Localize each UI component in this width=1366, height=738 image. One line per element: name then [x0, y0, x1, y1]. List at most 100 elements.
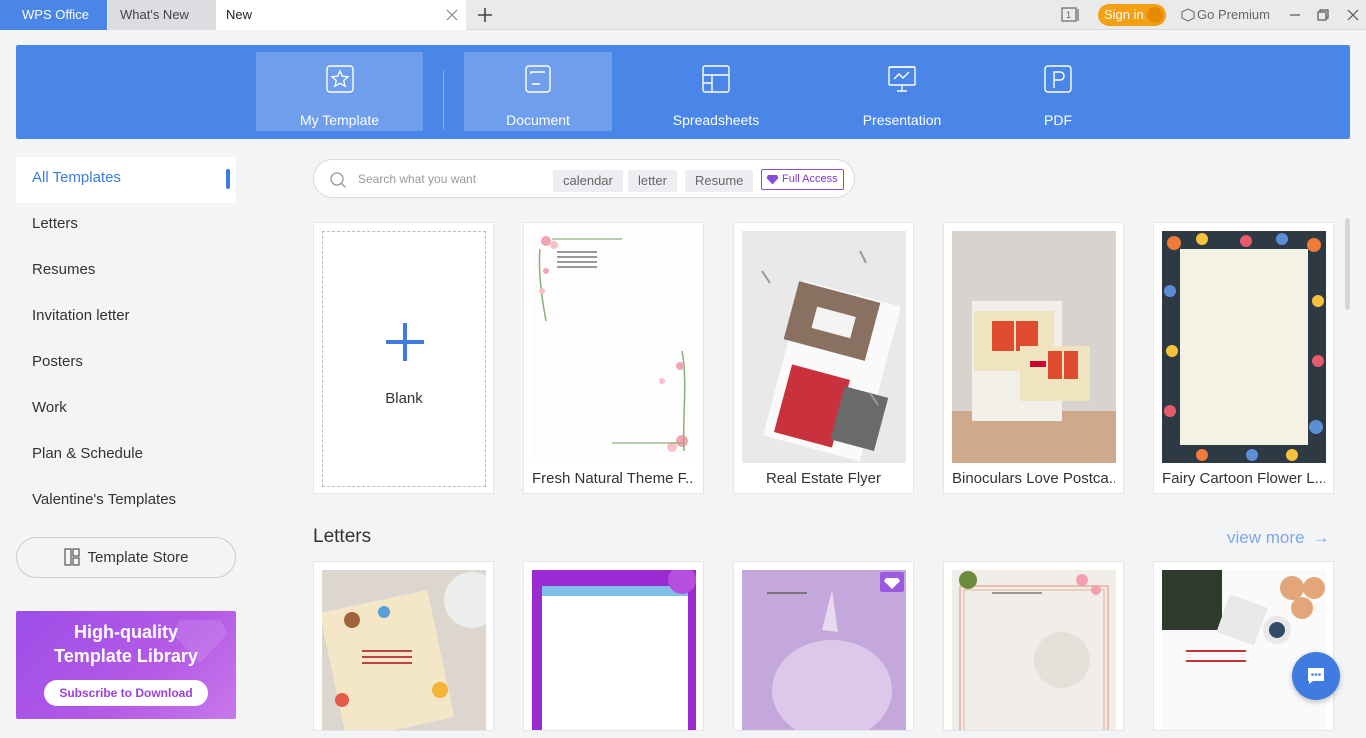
search-input[interactable]: Search what you want — [358, 172, 476, 186]
tab-label: WPS Office — [22, 7, 89, 22]
template-store-button[interactable]: Template Store — [16, 537, 236, 578]
sidebar-item-label: Valentine's Templates — [32, 491, 177, 508]
category-label: Spreadsheets — [672, 112, 760, 128]
promo-banner[interactable]: High-quality Template Library Subscribe … — [16, 611, 236, 719]
template-card[interactable]: Fresh Natural Theme F... — [523, 222, 704, 494]
category-spreadsheets[interactable]: Spreadsheets — [642, 52, 790, 131]
divider — [443, 71, 444, 129]
sidebar-item-resumes[interactable]: Resumes — [16, 249, 236, 295]
pdf-icon — [1044, 65, 1072, 93]
template-label: Fresh Natural Theme F... — [532, 470, 695, 487]
close-tab-icon[interactable] — [446, 9, 458, 21]
category-my-template[interactable]: My Template — [256, 52, 423, 131]
template-store-label: Template Store — [87, 549, 189, 566]
sidebar-item-invitation-letter[interactable]: Invitation letter — [16, 295, 236, 341]
template-card-blank[interactable]: Blank — [313, 222, 494, 494]
sidebar-item-label: Work — [32, 399, 67, 416]
minimize-icon[interactable] — [1288, 8, 1302, 22]
template-thumbnail — [952, 231, 1116, 463]
letter-card[interactable] — [523, 561, 704, 731]
letter-card[interactable] — [313, 561, 494, 731]
category-banner: My Template Document Spreadsheets Presen… — [16, 45, 1350, 139]
category-label: Presentation — [862, 112, 942, 128]
svg-text:1: 1 — [1066, 10, 1071, 20]
sidebar-item-label: Plan & Schedule — [32, 445, 143, 462]
sidebar-item-plan-schedule[interactable]: Plan & Schedule — [16, 433, 236, 479]
add-tab-icon[interactable] — [476, 6, 494, 24]
template-thumbnail — [952, 570, 1116, 730]
letter-card[interactable] — [733, 561, 914, 731]
document-icon — [525, 65, 551, 93]
tab-label: What's New — [120, 7, 189, 22]
template-label: Blank — [385, 390, 423, 407]
sidebar-item-label: Letters — [32, 215, 78, 232]
sidebar-item-label: All Templates — [32, 169, 121, 186]
star-icon — [325, 65, 354, 93]
view-more-link[interactable]: view more → — [1227, 528, 1329, 548]
go-premium-button[interactable]: Go Premium — [1181, 7, 1270, 22]
sidebar-item-valentines-templates[interactable]: Valentine's Templates — [16, 479, 236, 525]
sidebar: All Templates Letters Resumes Invitation… — [16, 157, 236, 525]
category-document[interactable]: Document — [464, 52, 612, 131]
search-chip-resume[interactable]: Resume — [685, 170, 754, 192]
template-card[interactable]: Fairy Cartoon Flower L... — [1153, 222, 1334, 494]
tab-whats-new[interactable]: What's New — [108, 0, 216, 30]
promo-title-line1: High-quality — [74, 622, 178, 642]
template-thumbnail — [742, 570, 906, 730]
template-thumbnail — [1162, 231, 1326, 463]
template-label: Real Estate Flyer — [765, 470, 882, 487]
presentation-icon — [888, 66, 916, 92]
category-pdf[interactable]: PDF — [984, 52, 1132, 131]
search-icon — [330, 172, 346, 188]
letter-card[interactable] — [943, 561, 1124, 731]
section-title-letters: Letters — [313, 526, 372, 547]
sidebar-item-work[interactable]: Work — [16, 387, 236, 433]
tab-new[interactable]: New — [216, 0, 466, 30]
search-chip-calendar[interactable]: calendar — [553, 170, 623, 192]
subscribe-button[interactable]: Subscribe to Download — [44, 680, 208, 706]
tab-label: New — [226, 7, 253, 22]
chat-button[interactable] — [1292, 652, 1340, 700]
template-thumbnail — [532, 231, 696, 463]
sign-in-button[interactable]: Sign in — [1098, 4, 1166, 26]
template-label: Fairy Cartoon Flower L... — [1162, 470, 1325, 487]
blank-placeholder: Blank — [322, 231, 486, 487]
template-thumbnail — [532, 570, 696, 730]
sidebar-item-label: Posters — [32, 353, 83, 370]
premium-icon — [1181, 8, 1195, 22]
restore-icon[interactable] — [1316, 8, 1330, 22]
sidebar-item-label: Invitation letter — [32, 307, 130, 324]
view-more-label: view more — [1227, 528, 1305, 547]
search-bar: Search what you want calendar letter Res… — [313, 159, 855, 198]
plus-icon — [386, 323, 424, 361]
sidebar-item-label: Resumes — [32, 261, 96, 278]
sidebar-item-letters[interactable]: Letters — [16, 203, 236, 249]
template-card[interactable]: Real Estate Flyer — [733, 222, 914, 494]
spreadsheet-icon — [702, 65, 730, 93]
full-access-badge[interactable]: Full Access — [761, 169, 844, 190]
category-label: My Template — [299, 112, 380, 128]
arrow-right-icon: → — [1312, 528, 1330, 547]
promo-title-line2: Template Library — [54, 646, 198, 666]
avatar-icon — [1147, 7, 1163, 23]
reading-mode-icon[interactable]: 1 — [1061, 7, 1081, 23]
sidebar-item-all-templates[interactable]: All Templates — [16, 157, 236, 203]
letter-card[interactable] — [1153, 561, 1334, 731]
template-thumbnail — [742, 231, 906, 463]
store-icon — [63, 547, 80, 566]
template-card[interactable]: Binoculars Love Postca... — [943, 222, 1124, 494]
scrollbar[interactable] — [1345, 218, 1350, 310]
template-thumbnail — [1162, 570, 1326, 730]
category-presentation[interactable]: Presentation — [828, 52, 976, 131]
template-label: Binoculars Love Postca... — [952, 470, 1115, 487]
sign-in-label: Sign in — [1104, 7, 1144, 22]
full-access-label: Full Access — [782, 173, 838, 185]
chat-icon — [1308, 668, 1324, 684]
search-chip-letter[interactable]: letter — [628, 170, 677, 192]
close-icon[interactable] — [1346, 8, 1360, 22]
go-premium-label: Go Premium — [1197, 7, 1270, 22]
tab-wps-office[interactable]: WPS Office — [0, 0, 107, 30]
title-bar: WPS Office What's New New 1 Sign in Go P… — [0, 0, 1366, 30]
category-label: Document — [506, 112, 570, 128]
sidebar-item-posters[interactable]: Posters — [16, 341, 236, 387]
